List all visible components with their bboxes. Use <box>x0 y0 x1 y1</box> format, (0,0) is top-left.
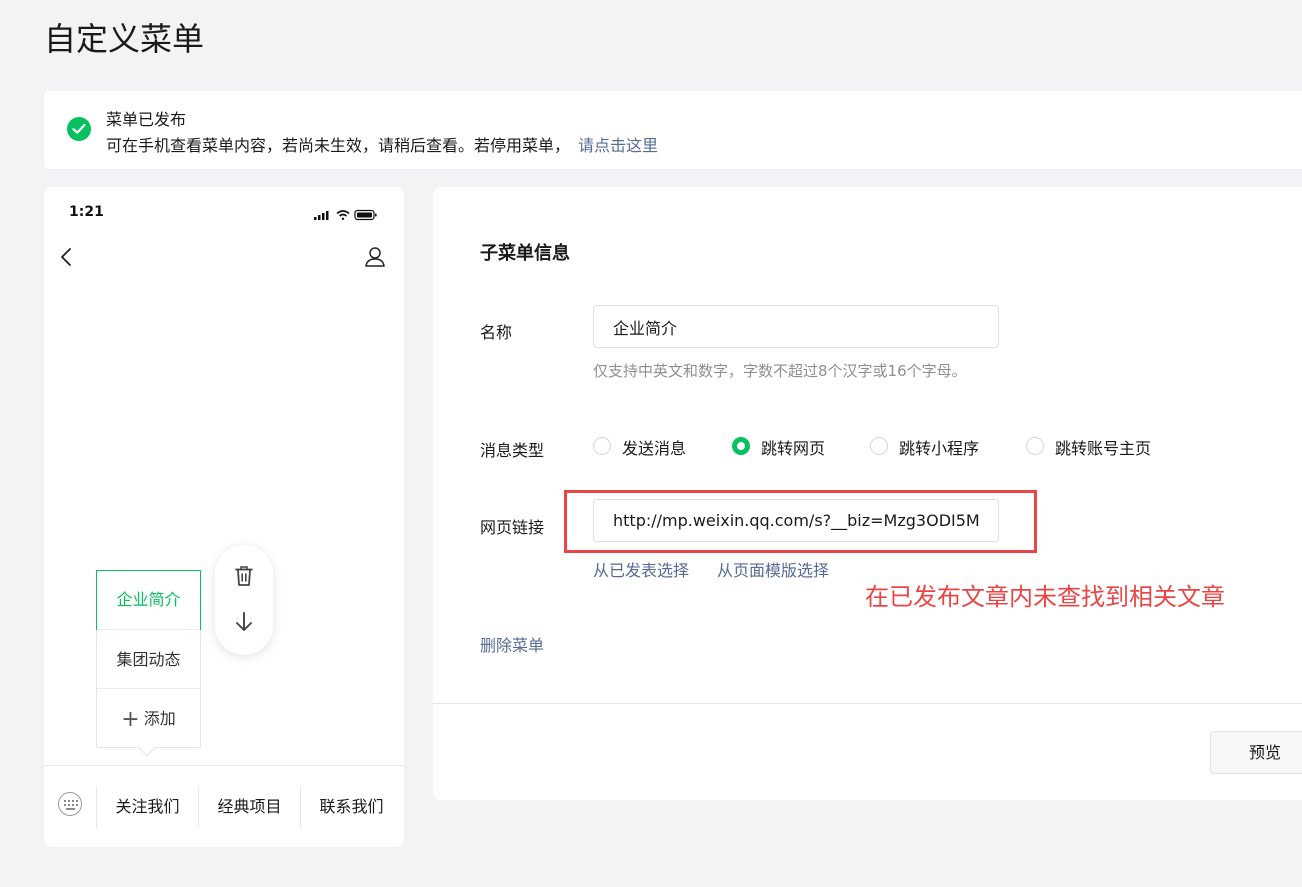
radio-send-message[interactable]: 发送消息 <box>593 435 686 459</box>
trash-icon[interactable] <box>234 565 254 591</box>
radio-label: 发送消息 <box>622 439 687 458</box>
name-hint: 仅支持中英文和数字，字数不超过8个汉字或16个字母。 <box>593 362 967 380</box>
arrow-down-icon[interactable] <box>234 611 254 637</box>
select-from-template-link[interactable]: 从页面模版选择 <box>717 557 829 581</box>
radio-dot <box>1026 437 1044 455</box>
disable-menu-link[interactable]: 请点击这里 <box>578 136 658 155</box>
radio-label: 跳转账号主页 <box>1055 439 1152 458</box>
bottom-menu-bar: 关注我们 经典项目 联系我们 <box>44 765 404 847</box>
webpage-url-input[interactable] <box>593 499 999 542</box>
add-label: 添加 <box>143 709 176 728</box>
notice-description: 可在手机查看菜单内容，若尚未生效，请稍后查看。若停用菜单， 请点击这里 <box>106 132 658 156</box>
delete-menu-link[interactable]: 删除菜单 <box>480 632 544 656</box>
radio-open-account-home[interactable]: 跳转账号主页 <box>1026 435 1151 459</box>
notice-desc-text: 可在手机查看菜单内容，若尚未生效，请稍后查看。若停用菜单， <box>106 136 571 155</box>
sub-menu-form: 子菜单信息 名称 仅支持中英文和数字，字数不超过8个汉字或16个字母。 消息类型… <box>433 187 1302 800</box>
notice-title: 菜单已发布 <box>106 110 187 129</box>
name-input[interactable] <box>593 305 999 348</box>
main-menu: 关注我们 经典项目 联系我们 <box>96 786 402 828</box>
select-from-published-link[interactable]: 从已发表选择 <box>593 557 689 581</box>
battery-icon <box>354 209 377 221</box>
back-arrow-icon[interactable] <box>58 245 74 269</box>
main-menu-item-follow-us[interactable]: 关注我们 <box>96 786 198 828</box>
keyboard-icon[interactable] <box>58 792 82 816</box>
main-menu-item-contact-us[interactable]: 联系我们 <box>300 786 402 828</box>
wifi-icon <box>336 210 350 220</box>
publish-notice: 菜单已发布 可在手机查看菜单内容，若尚未生效，请稍后查看。若停用菜单， 请点击这里 <box>44 91 1302 169</box>
message-type-label: 消息类型 <box>480 441 545 460</box>
main-menu-item-classic-projects[interactable]: 经典项目 <box>198 786 300 828</box>
radio-dot <box>870 437 888 455</box>
form-divider <box>433 703 1302 704</box>
sub-menu-item-company-intro[interactable]: 企业简介 <box>96 570 201 630</box>
radio-open-webpage[interactable]: 跳转网页 <box>732 435 825 459</box>
success-check-icon <box>67 117 91 141</box>
sub-menu-list: 企业简介 集团动态 + 添加 <box>96 570 201 748</box>
phone-preview: 1:21 企业简介 集团动态 + 添加 关注我们 经典项目 联系我们 <box>44 187 404 847</box>
radio-open-miniprogram[interactable]: 跳转小程序 <box>870 435 979 459</box>
profile-icon[interactable] <box>364 246 386 268</box>
error-annotation: 在已发布文章内未查找到相关文章 <box>865 583 1225 611</box>
webpage-link-label: 网页链接 <box>480 518 545 537</box>
sub-menu-item-group-news[interactable]: 集团动态 <box>97 629 200 688</box>
plus-icon: + <box>121 707 140 732</box>
section-title: 子菜单信息 <box>480 243 570 264</box>
radio-dot-selected <box>732 437 750 455</box>
name-label: 名称 <box>480 323 513 342</box>
radio-dot <box>593 437 611 455</box>
radio-label: 跳转小程序 <box>899 439 980 458</box>
sub-menu-ops <box>215 545 273 655</box>
page-title: 自定义菜单 <box>44 20 205 58</box>
preview-button[interactable]: 预览 <box>1210 731 1302 774</box>
status-icons <box>312 206 382 225</box>
signal-icon <box>314 211 329 220</box>
add-sub-menu-button[interactable]: + 添加 <box>97 688 200 747</box>
radio-label: 跳转网页 <box>761 439 826 458</box>
status-time: 1:21 <box>69 204 104 220</box>
